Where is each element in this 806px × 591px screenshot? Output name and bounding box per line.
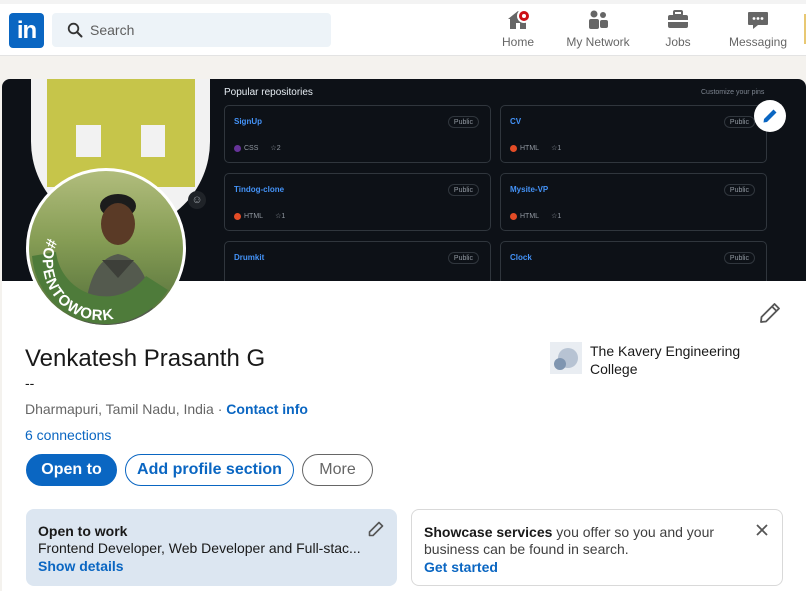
repo-visibility: Public — [447, 116, 479, 128]
profile-headline: -- — [25, 375, 35, 391]
profile-card: ☺ Popular repositories Customize your pi… — [2, 79, 806, 591]
repo-name: Mysite-VP — [510, 185, 549, 194]
repo-language: HTML — [244, 212, 264, 220]
repo-name: Drumkit — [234, 253, 265, 262]
pencil-icon[interactable] — [368, 521, 384, 537]
location-text: Dharmapuri, Tamil Nadu, India · — [25, 401, 227, 417]
repo-name: Tindog-clone — [234, 185, 285, 194]
nav-my-network-label: My Network — [566, 35, 630, 49]
nav-home[interactable]: Home — [498, 8, 538, 52]
nav-jobs-label: Jobs — [665, 35, 691, 49]
repo-language: HTML — [520, 212, 540, 220]
search-box[interactable] — [52, 13, 331, 47]
open-to-work-roles: Frontend Developer, Web Developer and Fu… — [38, 540, 361, 556]
open-to-work-card[interactable]: Open to work Frontend Developer, Web Dev… — [26, 509, 397, 586]
repo-language: CSS — [244, 144, 259, 152]
connections-link[interactable]: 6 connections — [25, 427, 111, 443]
college-logo[interactable] — [550, 342, 582, 374]
showcase-bold: Showcase services — [424, 524, 553, 540]
lang-color-dot — [510, 212, 517, 220]
college-name[interactable]: The Kavery Engineering College — [590, 342, 760, 378]
briefcase-icon — [668, 10, 688, 28]
nav-messaging[interactable]: Messaging — [726, 8, 790, 52]
edit-intro-pencil-icon[interactable] — [758, 301, 782, 325]
repo-stars: 1 — [557, 212, 562, 220]
repo-name: CV — [510, 117, 522, 126]
close-icon[interactable] — [754, 522, 770, 538]
pencil-icon — [763, 109, 777, 123]
profile-name: Venkatesh Prasanth G — [25, 345, 266, 372]
repo-card: SignUp Public CSS ☆ 2 — [224, 105, 491, 163]
linkedin-logo[interactable]: in — [9, 13, 44, 48]
profile-photo[interactable]: #OPENTOWORK — [26, 168, 186, 328]
chat-icon — [748, 12, 768, 29]
repo-stars: 1 — [557, 144, 562, 152]
edit-banner-button[interactable] — [754, 100, 786, 132]
repo-stars: 2 — [276, 144, 281, 152]
add-profile-section-button[interactable]: Add profile section — [125, 454, 294, 486]
repo-visibility: Public — [723, 116, 755, 128]
repo-card: Clock Public — [500, 241, 767, 281]
top-nav: in Home My Network Jobs Me — [0, 0, 806, 56]
nav-home-label: Home — [501, 35, 534, 49]
repo-card: Drumkit Public — [224, 241, 491, 281]
open-to-work-title: Open to work — [38, 523, 128, 539]
repo-name: Clock — [510, 253, 532, 262]
repo-visibility: Public — [447, 184, 479, 196]
lang-color-dot — [234, 144, 241, 152]
contact-info-link[interactable]: Contact info — [226, 401, 308, 417]
repo-visibility: Public — [723, 252, 755, 264]
nav-my-network[interactable]: My Network — [562, 8, 634, 52]
nav-messaging-label: Messaging — [728, 35, 788, 49]
customize-pins-link: Customize your pins — [701, 89, 765, 96]
repo-language: HTML — [520, 144, 540, 152]
get-started-link[interactable]: Get started — [424, 559, 498, 575]
repo-visibility: Public — [447, 252, 479, 264]
search-icon — [67, 22, 83, 38]
lang-color-dot — [234, 212, 241, 220]
repo-card: Mysite-VP Public HTML ☆ 1 — [500, 173, 767, 231]
repo-stars: 1 — [281, 212, 286, 220]
nav-jobs[interactable]: Jobs — [660, 8, 696, 52]
notification-badge — [517, 9, 531, 23]
more-button[interactable]: More — [302, 454, 373, 486]
repo-card: Tindog-clone Public HTML ☆ 1 — [224, 173, 491, 231]
show-details-link[interactable]: Show details — [38, 558, 124, 574]
open-to-button[interactable]: Open to — [26, 454, 117, 486]
repo-visibility: Public — [723, 184, 755, 196]
lang-color-dot — [510, 144, 517, 152]
repo-card: CV Public HTML ☆ 1 — [500, 105, 767, 163]
avatar-graphic: #OPENTOWORK — [29, 171, 183, 325]
search-input[interactable] — [90, 13, 320, 47]
smiley-icon: ☺ — [188, 191, 206, 209]
showcase-text: Showcase services you offer so you and y… — [424, 524, 734, 558]
repos-heading: Popular repositories — [224, 87, 313, 98]
profile-location: Dharmapuri, Tamil Nadu, India · Contact … — [25, 401, 308, 417]
repo-name: SignUp — [234, 117, 262, 126]
people-icon — [589, 10, 608, 29]
showcase-services-card: Showcase services you offer so you and y… — [411, 509, 783, 586]
